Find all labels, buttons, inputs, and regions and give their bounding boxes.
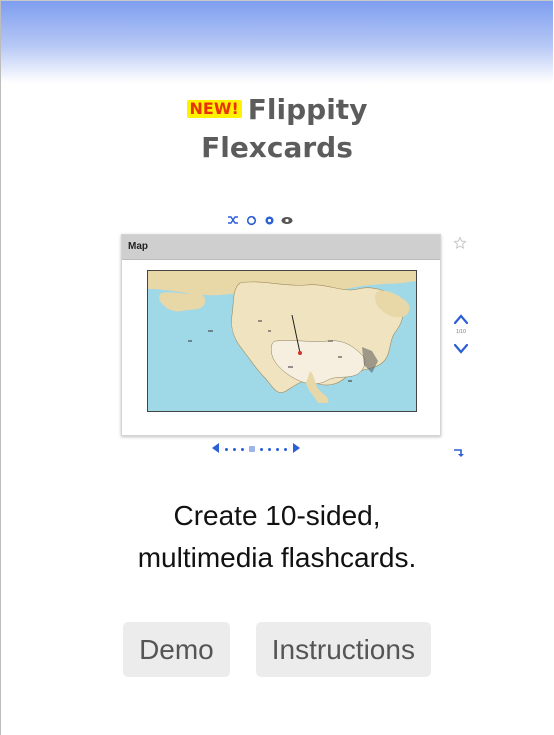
card-counter: 1/10 <box>456 329 466 335</box>
pager-dot <box>233 447 236 451</box>
preview-window-title: Map <box>122 235 440 260</box>
instructions-button[interactable]: Instructions <box>255 622 431 677</box>
preview-control-row <box>227 212 293 228</box>
arrow-left-icon <box>212 440 220 458</box>
refresh-icon <box>245 214 257 226</box>
title-text-1: Flippity <box>247 93 368 126</box>
title-line-1: NEW! Flippity <box>1 91 553 129</box>
preview-card-window: Map <box>121 234 441 436</box>
pager-dot <box>276 447 279 451</box>
title-line-2: Flexcards <box>201 131 353 164</box>
description-line-2: multimedia flashcards. <box>137 542 417 573</box>
card-pager <box>212 442 300 456</box>
pager-dot <box>260 447 263 451</box>
description-line-1: Create 10-sided, <box>173 500 381 531</box>
new-badge: NEW! <box>186 100 242 118</box>
pager-dot <box>284 447 287 451</box>
flexcards-card: NEW! Flippity Flexcards Map 1/10 Create … <box>0 0 553 735</box>
eye-icon <box>281 214 293 226</box>
gear-icon <box>263 214 275 226</box>
chevron-down-icon <box>453 342 469 360</box>
pager-dot <box>241 447 244 451</box>
flexcard-preview-image[interactable]: Map 1/10 <box>117 206 473 461</box>
pager-dot-active <box>249 446 255 452</box>
north-america-map <box>147 270 417 412</box>
header-gradient-band <box>1 1 553 83</box>
side-navigation: 1/10 <box>451 308 471 358</box>
star-icon <box>453 236 467 250</box>
corner-arrow-icon <box>453 445 467 457</box>
pager-dot <box>225 447 228 451</box>
shuffle-icon <box>227 214 239 226</box>
pager-dot <box>268 447 271 451</box>
action-buttons: Demo Instructions <box>1 622 553 677</box>
chevron-up-icon <box>453 312 469 330</box>
card-description: Create 10-sided, multimedia flashcards. <box>1 495 553 579</box>
card-title: NEW! Flippity Flexcards <box>1 91 553 167</box>
arrow-right-icon <box>292 440 300 458</box>
demo-button[interactable]: Demo <box>123 622 230 677</box>
